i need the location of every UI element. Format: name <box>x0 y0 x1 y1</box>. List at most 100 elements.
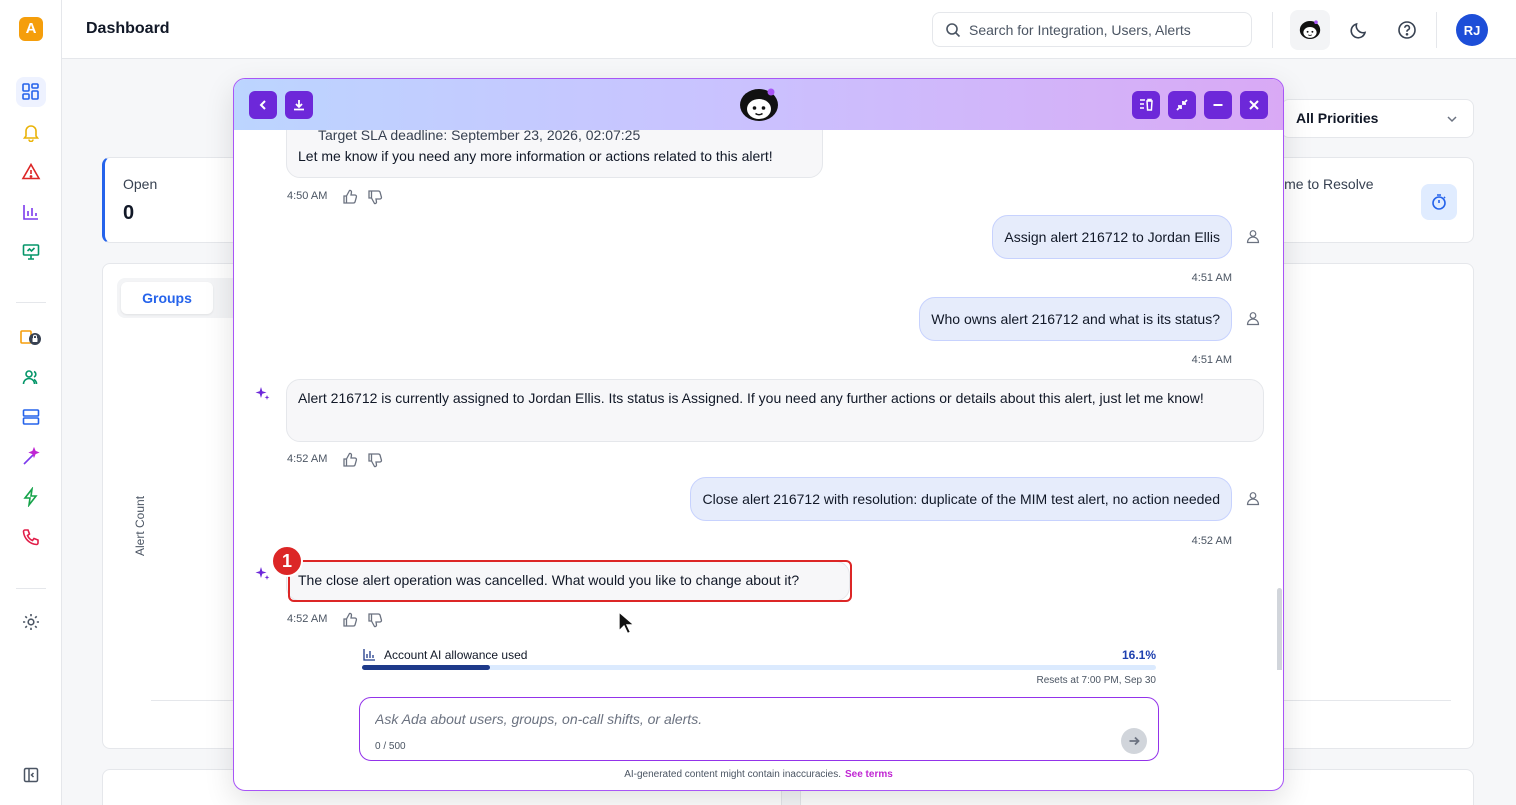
sidebar-item-dashboard[interactable] <box>16 77 46 107</box>
chat-message-bot: Target SLA deadline: September 23, 2026,… <box>286 130 823 178</box>
clear-list-icon <box>1140 98 1153 111</box>
sidebar-item-ai[interactable] <box>16 442 46 472</box>
sidebar-item-alerts[interactable] <box>16 157 46 187</box>
time-to-resolve-card[interactable]: ime to Resolve <box>1260 157 1474 243</box>
chat-messages[interactable]: Target SLA deadline: September 23, 2026,… <box>234 130 1283 670</box>
thumbs-down-icon[interactable] <box>366 188 384 206</box>
sidebar-item-notifications[interactable] <box>16 117 46 147</box>
chat-input[interactable] <box>375 708 1095 730</box>
tab-groups[interactable]: Groups <box>121 282 213 314</box>
sidebar-item-automations[interactable] <box>16 482 46 512</box>
stopwatch-icon <box>1421 184 1457 220</box>
allowance-progress-fill <box>362 665 490 670</box>
chat-message-text: Close alert 216712 with resolution: dupl… <box>702 491 1220 507</box>
sidebar-item-monitor[interactable] <box>16 237 46 267</box>
moon-icon <box>1350 22 1367 39</box>
sidebar-item-reports[interactable] <box>16 197 46 227</box>
ada-avatar-icon <box>1299 20 1321 39</box>
message-timestamp: 4:52 AM <box>287 613 328 625</box>
search-icon <box>946 22 961 37</box>
thumbs-down-icon[interactable] <box>366 451 384 469</box>
gear-icon <box>23 614 39 630</box>
locked-box-icon <box>20 330 41 345</box>
sidebar-item-oncall[interactable] <box>16 522 46 552</box>
char-counter: 0 / 500 <box>375 741 406 752</box>
back-button[interactable] <box>249 91 277 119</box>
allowance-progress-track <box>362 665 1156 670</box>
sidebar-item-services[interactable] <box>16 402 46 432</box>
chat-message-text: Alert 216712 is currently assigned to Jo… <box>298 390 1204 406</box>
thumbs-up-icon[interactable] <box>341 611 359 629</box>
message-timestamp: 4:51 AM <box>1191 272 1232 284</box>
top-header: Dashboard RJ <box>62 0 1516 59</box>
thumbs-up-icon[interactable] <box>341 188 359 206</box>
ai-disclaimer: AI-generated content might contain inacc… <box>234 769 1283 780</box>
user-avatar[interactable]: RJ <box>1456 14 1488 46</box>
open-alerts-card[interactable]: Open 0 <box>102 157 242 243</box>
user-icon <box>1246 492 1260 506</box>
chat-scrollbar[interactable] <box>1277 588 1282 670</box>
send-button[interactable] <box>1121 728 1147 754</box>
chat-message-text: Who owns alert 216712 and what is its st… <box>931 311 1220 327</box>
header-divider <box>1436 12 1437 48</box>
message-timestamp: 4:50 AM <box>287 190 328 202</box>
allowance-reset-text: Resets at 7:00 PM, Sep 30 <box>1036 675 1156 686</box>
chat-input-box[interactable]: 0 / 500 <box>359 697 1159 761</box>
time-to-resolve-label: ime to Resolve <box>1281 176 1374 192</box>
chat-message-user: Assign alert 216712 to Jordan Ellis <box>992 215 1232 259</box>
ada-assistant-button[interactable] <box>1290 10 1330 50</box>
priority-filter-select[interactable]: All Priorities <box>1281 99 1474 138</box>
bar-chart-icon <box>23 205 38 220</box>
chat-message-text: Assign alert 216712 to Jordan Ellis <box>1004 229 1220 245</box>
grid-icon <box>22 83 39 100</box>
help-icon <box>1398 21 1416 39</box>
close-icon <box>1249 100 1259 110</box>
user-icon <box>1246 312 1260 326</box>
mouse-cursor-icon <box>618 611 635 635</box>
search-input[interactable] <box>969 21 1239 38</box>
sidebar-collapse-icon <box>23 767 39 783</box>
priority-filter-value: All Priorities <box>1296 110 1379 126</box>
app-logo-icon[interactable]: A <box>19 17 43 41</box>
chevron-left-icon <box>259 100 266 110</box>
close-button[interactable] <box>1240 91 1268 119</box>
user-icon <box>1246 230 1260 244</box>
magic-wand-icon <box>23 447 40 465</box>
sidebar-item-integrations[interactable] <box>16 322 46 352</box>
theme-toggle-button[interactable] <box>1347 18 1371 42</box>
open-count: 0 <box>123 202 135 224</box>
chat-message-text: Let me know if you need any more informa… <box>298 148 773 164</box>
bell-icon <box>22 125 40 142</box>
collapse-button[interactable] <box>1168 91 1196 119</box>
bar-chart-icon <box>363 649 375 661</box>
help-button[interactable] <box>1395 18 1419 42</box>
users-icon <box>22 370 38 385</box>
arrow-right-icon <box>1129 736 1140 746</box>
chat-message-user: Who owns alert 216712 and what is its st… <box>919 297 1232 341</box>
message-timestamp: 4:52 AM <box>1191 535 1232 547</box>
sidebar: A <box>0 0 62 805</box>
minimize-button[interactable] <box>1204 91 1232 119</box>
ai-sparkle-icon <box>255 387 270 400</box>
thumbs-down-icon[interactable] <box>366 611 384 629</box>
ada-avatar-icon <box>740 88 778 121</box>
annotation-badge: 1 <box>271 545 303 577</box>
lightning-icon <box>23 487 38 507</box>
collapse-sidebar-button[interactable] <box>16 760 46 790</box>
clear-chat-button[interactable] <box>1132 91 1160 119</box>
chat-message-user: Close alert 216712 with resolution: dupl… <box>690 477 1232 521</box>
phone-icon <box>22 529 39 546</box>
sidebar-divider <box>16 302 46 303</box>
annotation-highlight <box>288 560 852 602</box>
search-bar[interactable] <box>932 12 1252 47</box>
chevron-down-icon <box>1447 116 1457 123</box>
download-button[interactable] <box>285 91 313 119</box>
allowance-label: Account AI allowance used <box>384 648 528 662</box>
sidebar-item-settings[interactable] <box>16 607 46 637</box>
ada-chat-panel: Target SLA deadline: September 23, 2026,… <box>233 78 1284 791</box>
download-icon <box>294 100 304 111</box>
ai-sparkle-icon <box>255 567 270 580</box>
see-terms-link[interactable]: See terms <box>845 769 893 780</box>
sidebar-item-users[interactable] <box>16 362 46 392</box>
thumbs-up-icon[interactable] <box>341 451 359 469</box>
